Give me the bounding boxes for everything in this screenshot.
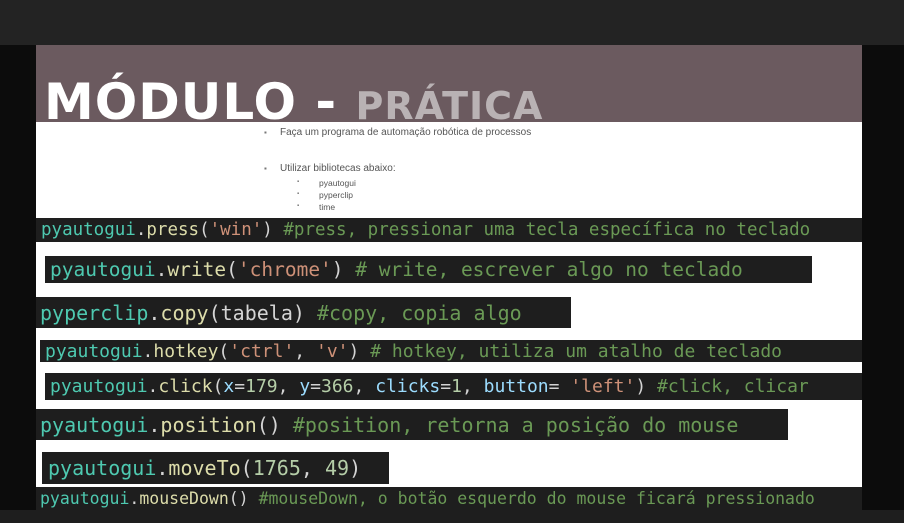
code-line: pyperclip. copy (tabela) #copy, copia algo [36, 297, 571, 328]
code-token: hotkey [153, 340, 219, 362]
code-token: . [142, 340, 154, 362]
code-token: , [294, 340, 316, 362]
code-token: . [148, 300, 161, 325]
code-token: 179 [245, 376, 278, 397]
code-token: ) [262, 220, 284, 240]
code-token: button [483, 376, 549, 397]
code-token: 'win' [209, 220, 263, 240]
code-token: mouseDown [139, 489, 229, 508]
code-token: # write, escrever algo no teclado [355, 258, 743, 281]
code-token: 'chrome' [237, 258, 332, 281]
code-token: = [310, 376, 321, 397]
code-token: 1 [451, 376, 462, 397]
code-token: 49 [324, 456, 350, 480]
slide-title: MÓDULO - PRÁTICA [44, 77, 543, 127]
code-token: press [146, 220, 200, 240]
code-token: () [256, 412, 293, 437]
code-token: y [299, 376, 311, 397]
code-token: (tabela) [208, 300, 317, 325]
code-token: ( [240, 456, 253, 480]
code-token: 'ctrl' [229, 340, 295, 362]
title-main: MÓDULO - [44, 73, 356, 131]
code-line: pyautogui. mouseDown() #mouseDown, o botã… [36, 487, 862, 510]
code-token: x [223, 376, 235, 397]
bullet-item: Faça um programa de automação robótica d… [264, 127, 531, 138]
code-token: ) [331, 258, 356, 281]
code-line: pyautogui. press('win') #press, pressiona… [36, 218, 862, 242]
code-token: pyautogui [41, 220, 136, 240]
code-token: #position, retorna a posição do mouse [292, 412, 739, 437]
code-token: . [148, 412, 161, 437]
code-line: pyautogui. write('chrome') # write, escre… [45, 256, 812, 283]
code-token: position [160, 412, 257, 437]
code-token: ) [635, 376, 658, 397]
code-token: ( [226, 258, 238, 281]
code-line: pyautogui. moveTo(1765, 49) [42, 452, 389, 484]
code-token: () [228, 489, 259, 508]
code-token: , [277, 376, 300, 397]
code-token: pyperclip [40, 300, 149, 325]
bullet-item: Utilizar bibliotecas abaixo: [264, 163, 396, 174]
code-token: = [234, 376, 246, 397]
library-item: time [297, 202, 335, 212]
code-token: 1765 [252, 456, 301, 480]
code-token: 366 [321, 376, 354, 397]
code-token: 'left' [570, 376, 636, 397]
code-token: pyautogui [50, 376, 148, 397]
code-token: pyautogui [40, 412, 149, 437]
code-token: . [135, 220, 147, 240]
title-sub: PRÁTICA [355, 84, 544, 128]
code-token: #copy, copia algo [316, 300, 522, 325]
code-token: # hotkey, utiliza um atalho de teclado [370, 340, 782, 362]
code-token: , [461, 376, 484, 397]
code-line: pyautogui. hotkey('ctrl', 'v') # hotkey, … [40, 340, 862, 362]
code-token: ( [212, 376, 224, 397]
code-token: . [156, 456, 169, 480]
code-token: ) [348, 340, 371, 362]
code-token: write [167, 258, 227, 281]
code-token: = [548, 376, 571, 397]
code-token: ) [349, 456, 362, 480]
code-token: pyautogui [48, 456, 157, 480]
library-item: pyperclip [297, 190, 353, 200]
code-token: pyautogui [40, 489, 130, 508]
code-token: ( [218, 340, 230, 362]
code-token: = [440, 376, 452, 397]
code-token: moveTo [168, 456, 241, 480]
code-token: . [147, 376, 159, 397]
code-token: #press, pressionar uma tecla específica … [283, 220, 811, 240]
code-token: click [158, 376, 213, 397]
code-token: clicks [375, 376, 441, 397]
code-token: copy [160, 300, 209, 325]
code-token: pyautogui [50, 258, 156, 281]
top-bar [0, 0, 904, 45]
code-token: #click, clicar [657, 376, 809, 397]
code-token: , [353, 376, 376, 397]
code-token: , [300, 456, 325, 480]
code-token: . [155, 258, 168, 281]
bottom-bar [0, 510, 904, 523]
code-token: ( [199, 220, 210, 240]
code-token: pyautogui [45, 340, 143, 362]
library-item: pyautogui [297, 178, 356, 188]
code-token: #mouseDown, o botão esquerdo do mouse fi… [258, 489, 815, 508]
code-line: pyautogui. position() #position, retorna … [36, 409, 788, 440]
code-token: 'v' [315, 340, 349, 362]
code-token: . [129, 489, 140, 508]
code-line: pyautogui. click(x = 179, y = 366, clicks = 1, … [45, 373, 862, 400]
